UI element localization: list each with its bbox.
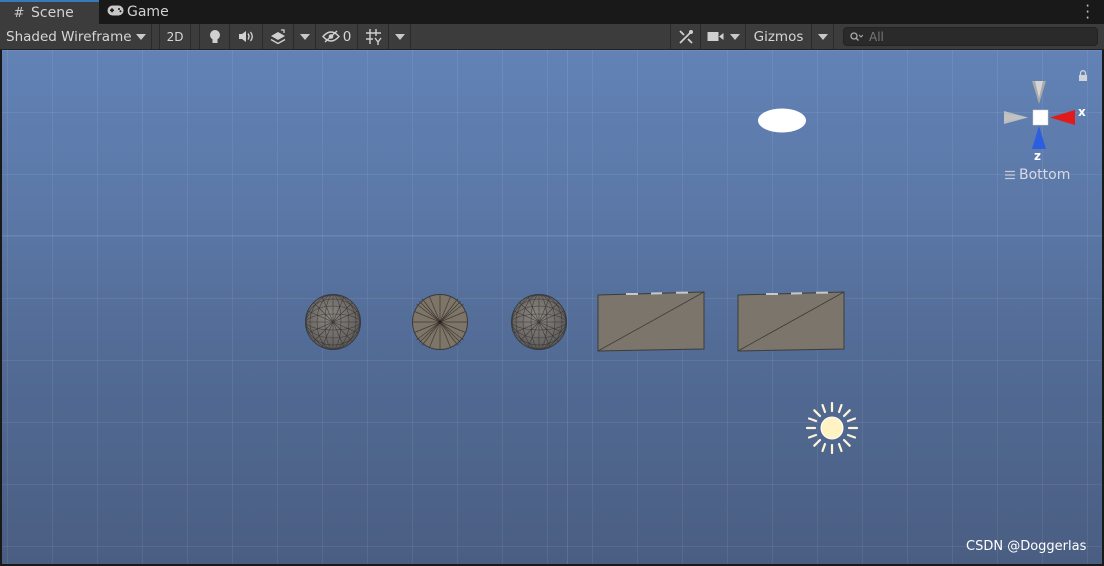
chevron-down-icon <box>817 33 828 40</box>
axis-z-label: z <box>1034 149 1041 163</box>
search-icon <box>850 31 863 41</box>
sphere-object[interactable] <box>304 293 362 355</box>
chevron-down-icon <box>136 33 146 40</box>
watermark-text: CSDN @Doggerlas <box>966 539 1087 554</box>
grid-dropdown[interactable] <box>389 24 411 49</box>
orientation-gizmo[interactable]: x z <box>1002 78 1092 172</box>
quad-object[interactable] <box>596 291 706 357</box>
gizmos-dropdown[interactable] <box>812 24 834 49</box>
tab-game-label: Game <box>127 4 169 20</box>
tools-button[interactable] <box>670 24 701 49</box>
scene-visibility-button[interactable]: 0 <box>316 24 358 49</box>
sphere-object[interactable] <box>510 293 568 355</box>
layers-icon <box>270 29 285 44</box>
search-input[interactable] <box>869 29 1089 44</box>
toggle-2d-button[interactable]: 2D <box>159 24 191 49</box>
grid-icon: # <box>13 5 25 21</box>
lightbulb-icon <box>209 29 220 43</box>
axis-x-label: x <box>1078 105 1086 119</box>
draw-mode-label: Shaded Wireframe <box>6 28 132 45</box>
quad-object[interactable] <box>736 291 846 357</box>
chevron-down-icon <box>394 33 405 40</box>
draw-mode-dropdown[interactable]: Shaded Wireframe <box>0 24 152 49</box>
cylinder-object[interactable] <box>411 293 469 355</box>
grid-snap-icon <box>365 29 382 45</box>
chevron-down-icon <box>729 33 740 40</box>
effects-toggle-button[interactable] <box>263 24 294 49</box>
tab-bar: # Scene Game · · · <box>0 0 1104 26</box>
gamepad-icon <box>106 5 124 20</box>
scene-toolbar: Shaded Wireframe 2D 0 Gizmos <box>0 24 1104 50</box>
gizmos-label: Gizmos <box>753 28 804 45</box>
directional-light-icon[interactable] <box>805 401 859 459</box>
audio-toggle-button[interactable] <box>230 24 263 49</box>
tab-scene-label: Scene <box>31 5 74 21</box>
tab-game[interactable]: Game <box>106 0 186 24</box>
lighting-toggle-button[interactable] <box>199 24 230 49</box>
tools-icon <box>678 29 693 44</box>
grid-toggle-button[interactable] <box>358 24 389 49</box>
hierarchy-search[interactable] <box>843 27 1098 46</box>
view-name: Bottom <box>1019 167 1071 183</box>
gizmos-button[interactable]: Gizmos <box>746 24 812 49</box>
chevron-down-icon <box>299 33 310 40</box>
eye-hidden-icon <box>321 30 340 43</box>
view-orientation-label[interactable]: Bottom <box>1004 167 1070 183</box>
speaker-icon <box>238 31 253 42</box>
camera-gizmo[interactable] <box>757 107 807 138</box>
effects-dropdown[interactable] <box>294 24 316 49</box>
more-options-icon[interactable]: · · · <box>1085 0 1090 26</box>
toggle-2d-label: 2D <box>166 29 184 44</box>
menu-lines-icon <box>1005 170 1015 180</box>
grid-axis-line <box>2 235 1102 236</box>
tab-scene[interactable]: # Scene <box>0 0 99 24</box>
hidden-count: 0 <box>342 28 352 45</box>
camera-icon <box>707 32 723 41</box>
camera-settings-button[interactable] <box>701 24 746 49</box>
scene-viewport[interactable]: x z Bottom CSDN @Doggerlas <box>2 50 1102 564</box>
